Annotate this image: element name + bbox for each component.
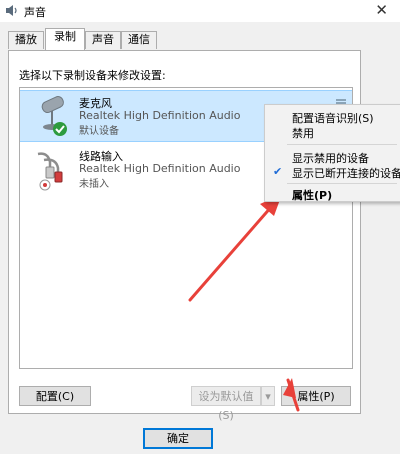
title-bar: 声音 ✕ — [0, 0, 400, 22]
instruction-label: 选择以下录制设备来修改设置: — [19, 69, 166, 82]
device-status: 未插入 — [79, 179, 109, 190]
menu-item-show-disabled[interactable]: 显示禁用的设备 — [265, 149, 400, 165]
device-description: Realtek High Definition Audio — [79, 162, 241, 175]
microphone-icon — [41, 96, 67, 136]
menu-item-configure-speech[interactable]: 配置语音识别(S) — [265, 109, 400, 125]
menu-separator — [287, 183, 397, 184]
menu-item-properties[interactable]: 属性(P) — [265, 186, 400, 202]
device-status: 默认设备 — [79, 126, 119, 137]
speaker-icon — [6, 5, 17, 16]
menu-item-disable[interactable]: 禁用 — [265, 124, 400, 140]
context-menu: 配置语音识别(S) 禁用 显示禁用的设备 ✔ 显示已断开连接的设备 属性(P) — [264, 104, 400, 202]
ok-button[interactable]: 确定 — [143, 428, 213, 449]
window-title: 声音 — [24, 6, 46, 19]
check-icon: ✔ — [273, 165, 283, 178]
line-in-cable-icon — [37, 152, 63, 191]
set-default-button[interactable]: 设为默认值(S) — [191, 386, 261, 422]
tab-communications[interactable]: 通信 — [121, 31, 157, 49]
tab-playback[interactable]: 播放 — [8, 31, 44, 49]
close-icon[interactable]: ✕ — [375, 1, 388, 19]
menu-item-show-disconnected[interactable]: ✔ 显示已断开连接的设备 — [265, 164, 400, 180]
configure-button[interactable]: 配置(C) — [19, 386, 91, 406]
chevron-down-icon: ▾ — [265, 390, 271, 403]
device-description: Realtek High Definition Audio — [79, 109, 241, 122]
menu-separator — [287, 144, 397, 145]
tab-recording[interactable]: 录制 — [45, 28, 85, 50]
tab-sounds[interactable]: 声音 — [85, 31, 121, 49]
properties-button[interactable]: 属性(P) — [281, 386, 351, 406]
set-default-dropdown[interactable]: ▾ — [261, 386, 275, 406]
